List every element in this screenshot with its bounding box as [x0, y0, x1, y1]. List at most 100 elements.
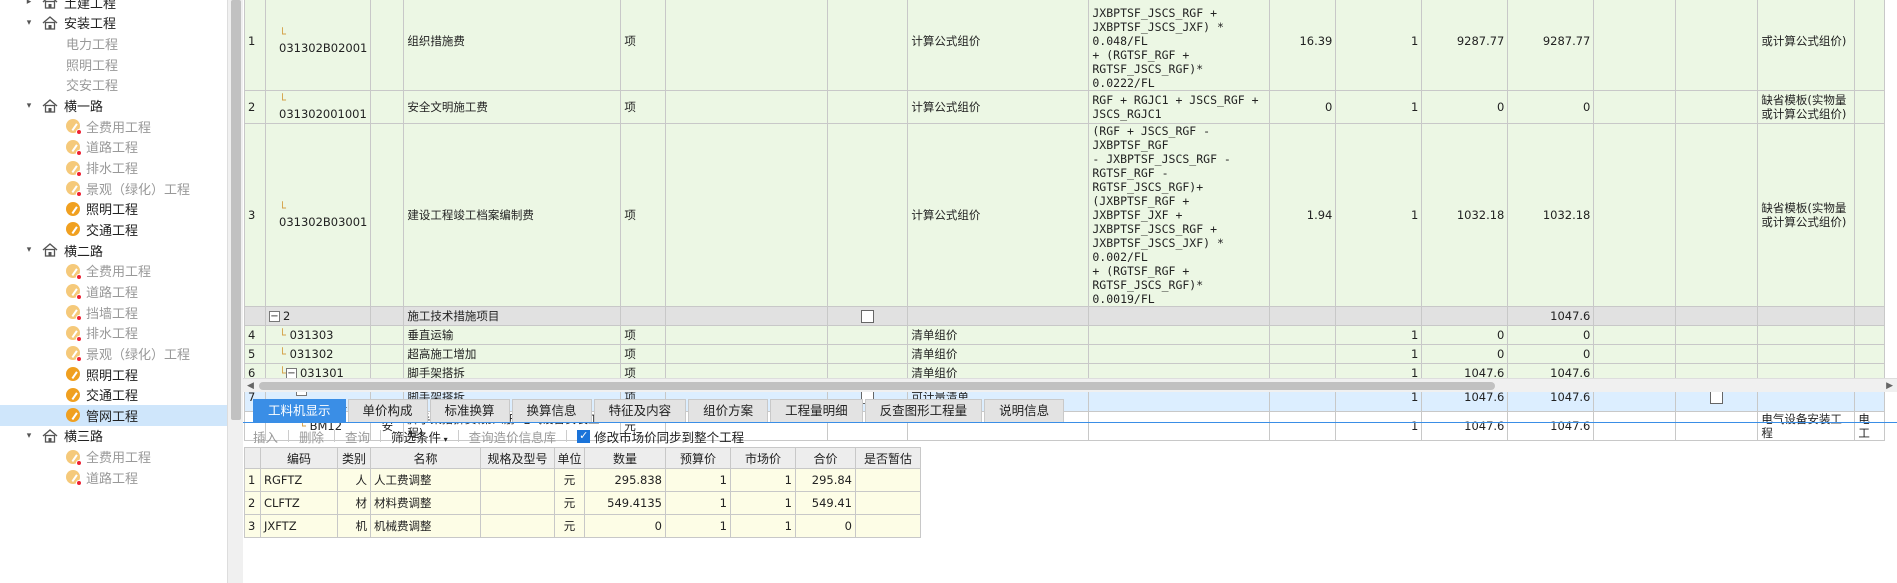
rate[interactable]: [1269, 306, 1337, 326]
item-check-cell[interactable]: [827, 306, 909, 326]
resource-name[interactable]: 材料费调整: [370, 491, 481, 515]
item-unit[interactable]: 项: [620, 90, 667, 124]
tree-group-node[interactable]: ▾ 安装工程: [0, 13, 227, 34]
market-price[interactable]: 1: [730, 514, 796, 538]
item-name[interactable]: 超高施工增加: [403, 344, 622, 364]
item-spec[interactable]: [665, 123, 829, 307]
item-check-cell-2[interactable]: [1675, 123, 1759, 307]
item-check-cell-2[interactable]: [1675, 306, 1759, 326]
resource-quantity[interactable]: 0: [584, 514, 666, 538]
item-code[interactable]: −2: [264, 306, 372, 326]
total-price[interactable]: 0: [1507, 344, 1595, 364]
resource-unit[interactable]: 元: [554, 491, 585, 515]
tree-item-node[interactable]: 全费用工程: [0, 116, 227, 137]
extra-col[interactable]: [1593, 325, 1677, 345]
column-header[interactable]: 编码: [260, 447, 338, 469]
resource-quantity[interactable]: 549.4135: [584, 491, 666, 515]
scroll-right-icon[interactable]: ▶: [1886, 379, 1893, 393]
tree-item-node[interactable]: 交通工程: [0, 384, 227, 405]
tree-scroll-thumb[interactable]: [231, 0, 241, 420]
tree-group-node[interactable]: ▾ 横一路: [0, 95, 227, 116]
item-spec[interactable]: [665, 306, 829, 326]
tree-item-node[interactable]: 照明工程: [0, 54, 227, 75]
extra-col[interactable]: [1593, 123, 1677, 307]
resource-code[interactable]: RGFTZ: [260, 468, 338, 492]
item-spec[interactable]: [665, 325, 829, 345]
tree-item-node[interactable]: 管网工程: [0, 405, 227, 426]
expand-arrow-icon[interactable]: ▾: [22, 101, 36, 111]
item-unit[interactable]: [620, 306, 667, 326]
item-name[interactable]: 垂直运输: [403, 325, 622, 345]
item-check-cell[interactable]: [827, 123, 909, 307]
unit-price[interactable]: 9287.77: [1421, 0, 1509, 91]
total-price[interactable]: 0: [1507, 325, 1595, 345]
tab-5[interactable]: 组价方案: [688, 399, 769, 423]
pricing-method[interactable]: 清单组价: [907, 344, 1090, 364]
column-header[interactable]: 单位: [554, 447, 585, 469]
template-note[interactable]: 缺省模板(实物量 或计算公式组价): [1757, 90, 1856, 124]
item-name[interactable]: 安全文明施工费: [403, 90, 622, 124]
expand-arrow-icon[interactable]: ▾: [22, 431, 36, 441]
calc-formula[interactable]: [1088, 306, 1271, 326]
tree-item-node[interactable]: 交安工程: [0, 75, 227, 96]
tab-0[interactable]: 工料机显示: [253, 399, 346, 423]
pricing-method[interactable]: 计算公式组价: [907, 123, 1090, 307]
resource-name[interactable]: 人工费调整: [370, 468, 481, 492]
item-check-cell-2[interactable]: [1675, 344, 1759, 364]
resource-spec[interactable]: [480, 514, 555, 538]
tree-item-node[interactable]: 全费用工程: [0, 446, 227, 467]
resource-category[interactable]: 人: [337, 468, 371, 492]
tree-scrollbar[interactable]: [227, 0, 243, 583]
is-estimated[interactable]: [855, 491, 921, 515]
tree-item-node[interactable]: 挡墙工程: [0, 302, 227, 323]
budget-price[interactable]: 1: [665, 491, 731, 515]
item-code[interactable]: └ 031302B03001: [264, 123, 372, 307]
total-price[interactable]: 1047.6: [1507, 411, 1595, 441]
row-index[interactable]: 3: [244, 514, 261, 538]
tab-7[interactable]: 反查图形工程量: [864, 399, 983, 423]
total-price[interactable]: 0: [1507, 90, 1595, 124]
resource-code[interactable]: JXFTZ: [260, 514, 338, 538]
column-header[interactable]: 市场价: [730, 447, 796, 469]
extra-col[interactable]: [1593, 306, 1677, 326]
column-header[interactable]: 是否暂估: [855, 447, 921, 469]
item-unit[interactable]: 项: [620, 123, 667, 307]
tree-item-node[interactable]: 道路工程: [0, 467, 227, 488]
item-check-cell-2[interactable]: [1675, 90, 1759, 124]
tree-item-node[interactable]: 排水工程: [0, 157, 227, 178]
resource-unit[interactable]: 元: [554, 468, 585, 492]
rate[interactable]: [1269, 411, 1337, 441]
tree-item-node[interactable]: 排水工程: [0, 322, 227, 343]
column-header[interactable]: 数量: [584, 447, 666, 469]
column-header[interactable]: 名称: [370, 447, 481, 469]
item-check-cell-2[interactable]: [1675, 0, 1759, 91]
tab-4[interactable]: 特征及内容: [593, 399, 687, 423]
overflow-col[interactable]: [1854, 344, 1886, 364]
quantity[interactable]: 1: [1335, 325, 1423, 345]
quantity[interactable]: [1335, 306, 1423, 326]
item-code[interactable]: └ 031302B02001: [264, 0, 372, 91]
tree-item-node[interactable]: 道路工程: [0, 281, 227, 302]
resource-quantity[interactable]: 295.838: [584, 468, 666, 492]
table-row[interactable]: 2 CLFTZ 材材料费调整元 549.4135 1 1 549.41: [244, 491, 921, 515]
extra-col[interactable]: [1593, 90, 1677, 124]
tree-item-node[interactable]: 全费用工程: [0, 260, 227, 281]
resource-total[interactable]: 549.41: [795, 491, 856, 515]
pricing-method[interactable]: 计算公式组价: [907, 90, 1090, 124]
tree-item-node[interactable]: 照明工程: [0, 199, 227, 220]
calc-formula[interactable]: (RGF + JSCS_RGF - JXBPTSF_RGF - JXBPTSF_…: [1088, 123, 1271, 307]
is-estimated[interactable]: [855, 514, 921, 538]
calc-formula[interactable]: RGF + RGJC1 + JSCS_RGF + JSCS_RGJC1: [1088, 90, 1271, 124]
pricing-method[interactable]: 清单组价: [907, 325, 1090, 345]
calc-formula[interactable]: JXBPTSF_JSCS_RGF + JXBPTSF_JSCS_JXF) * 0…: [1088, 0, 1271, 91]
row-index[interactable]: 1: [244, 468, 261, 492]
filter-dropdown[interactable]: 筛选条件 ▾: [391, 427, 448, 446]
expand-arrow-icon[interactable]: ▾: [22, 18, 36, 28]
tree-item-node[interactable]: 照明工程: [0, 364, 227, 385]
tab-2[interactable]: 标准换算: [429, 399, 510, 423]
row-checkbox[interactable]: [861, 310, 875, 323]
tree-item-node[interactable]: 景观（绿化）工程: [0, 343, 227, 364]
insert-button[interactable]: 插入: [253, 427, 278, 446]
quantity[interactable]: 1: [1335, 0, 1423, 91]
sync-market-price-toggle[interactable]: 修改市场价同步到整个工程: [577, 427, 744, 446]
